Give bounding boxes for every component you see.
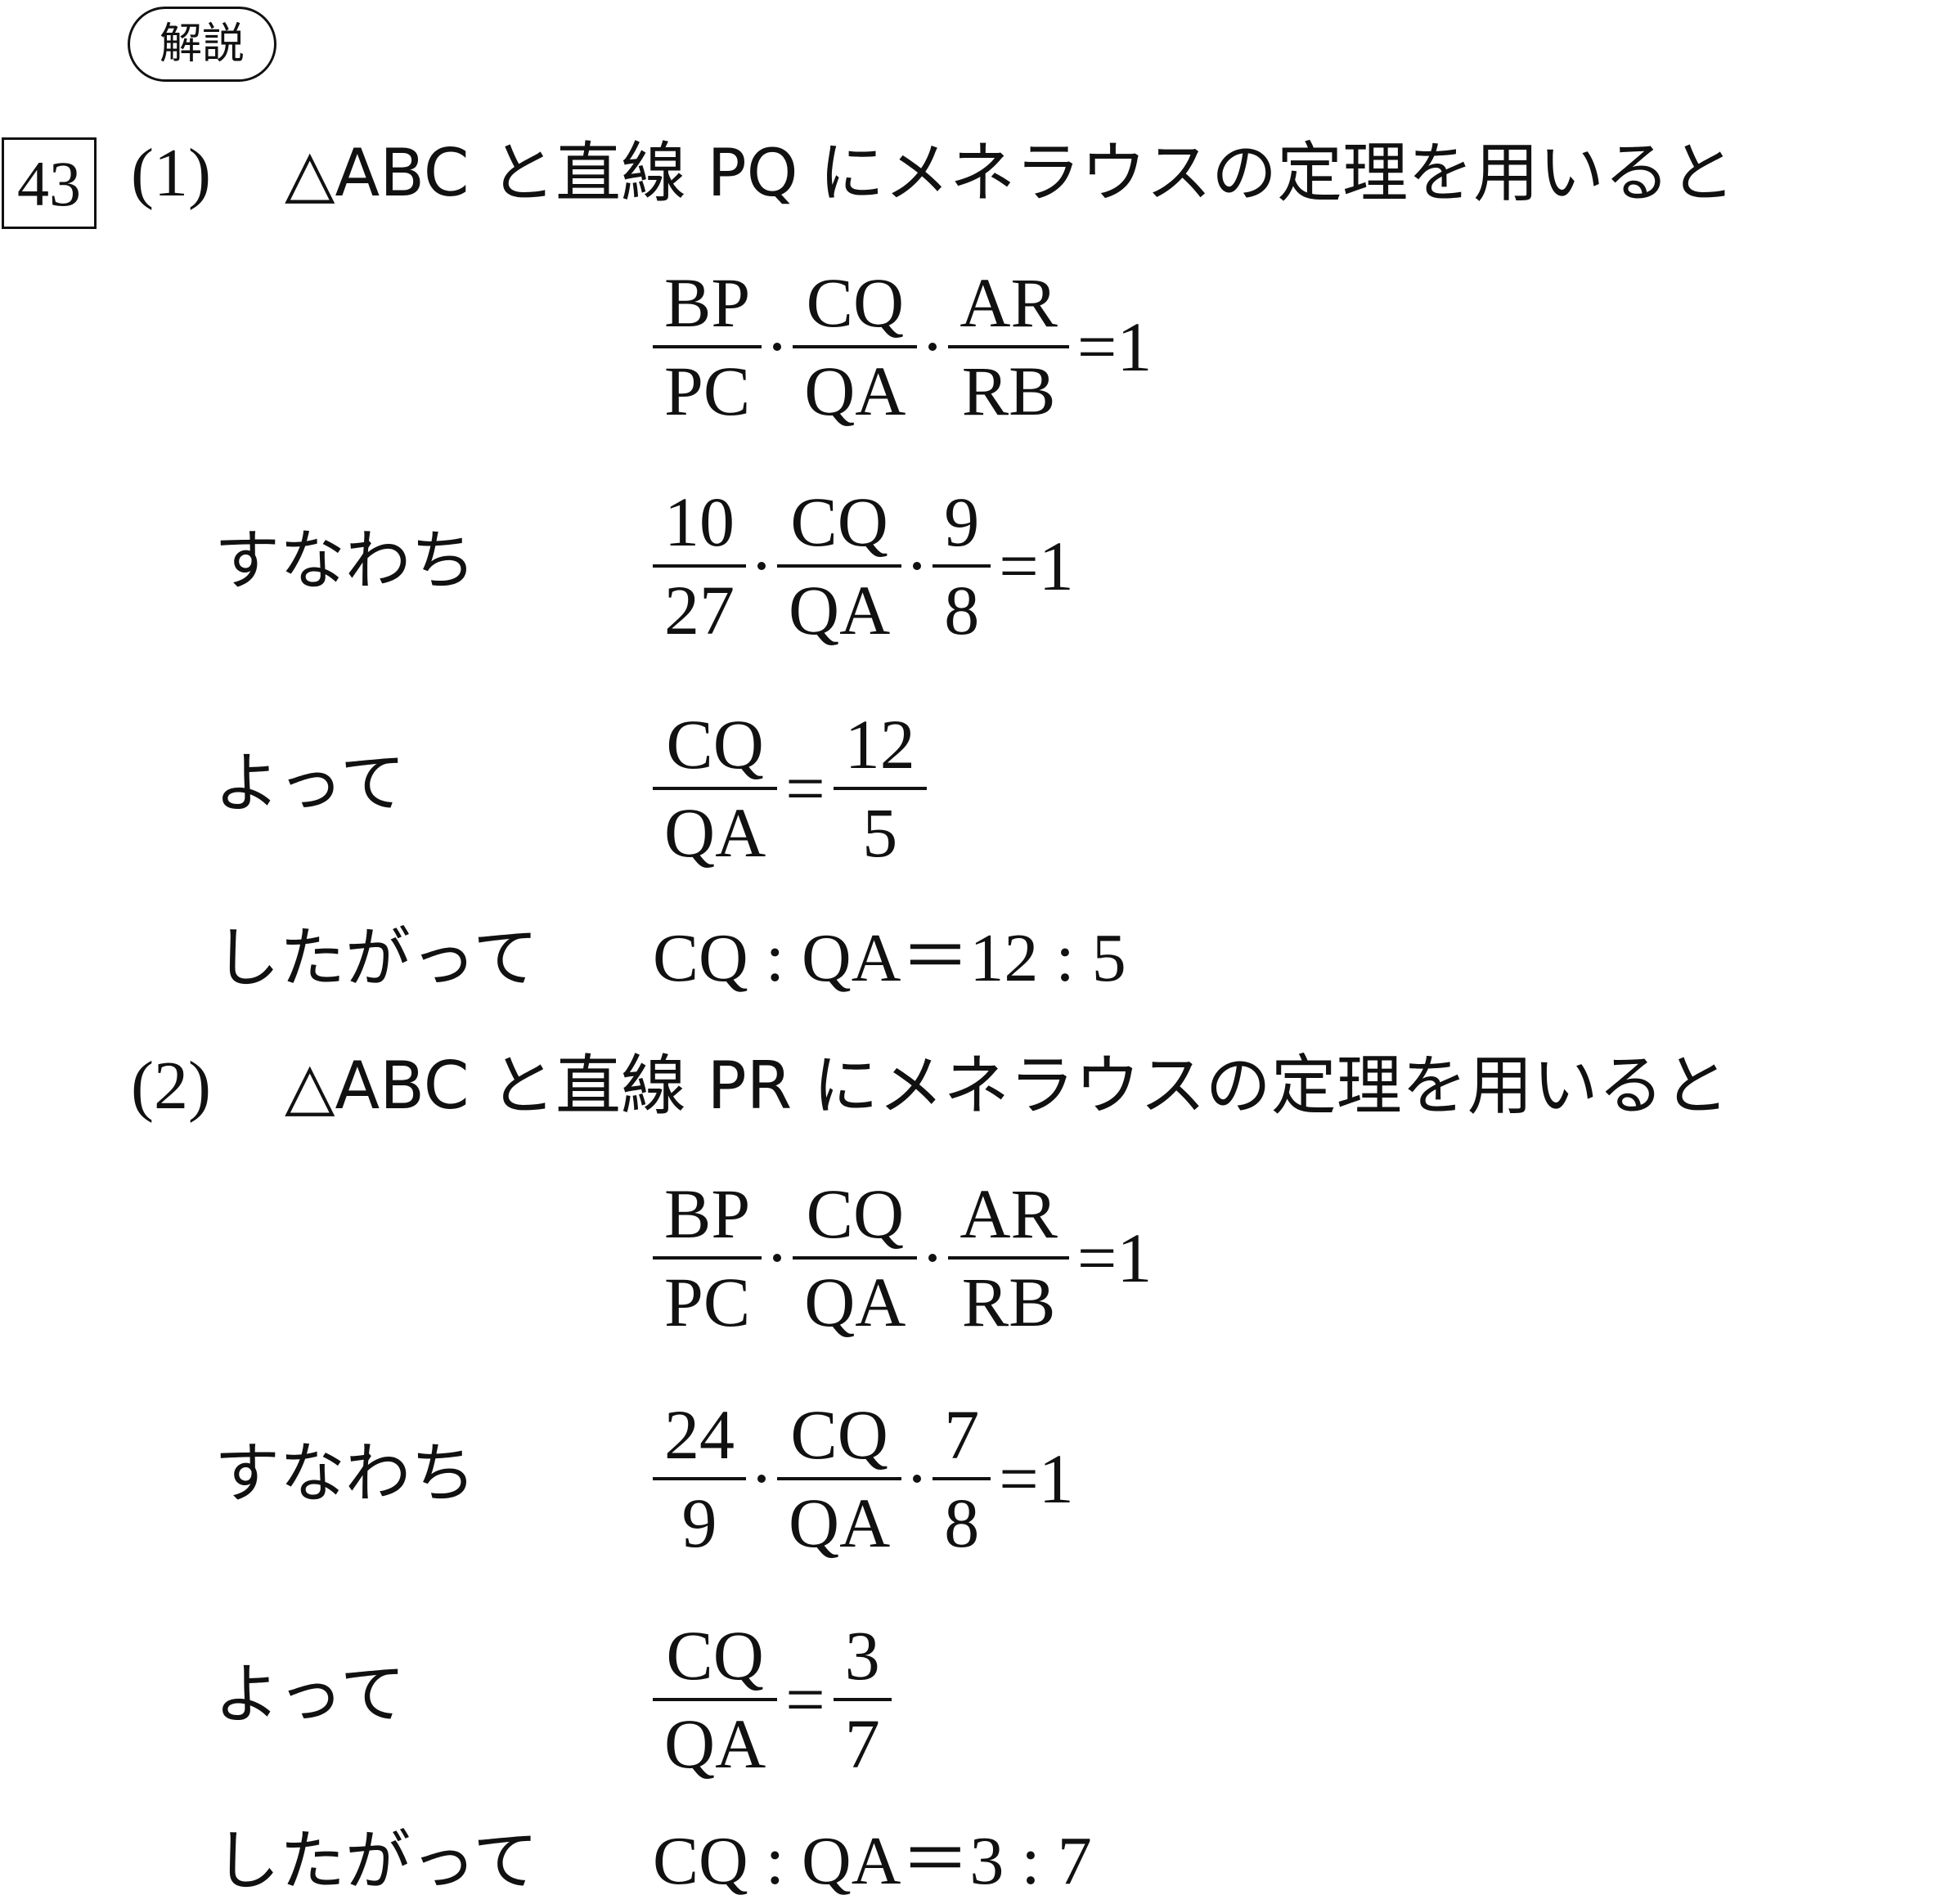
part-1-substituted-equation: 10 27 CQ QA 9 8 =1 (653, 479, 1074, 653)
numerator: 3 (844, 1616, 880, 1695)
part-2-conclusion-ratio: CQ : QA＝3 : 7 (653, 1823, 1092, 1899)
denominator: QA (804, 352, 906, 430)
equals-sign: = (785, 749, 825, 828)
multiply-dot (757, 1475, 766, 1483)
denominator: QA (664, 1704, 766, 1783)
part-1-menelaus-equation: BP PC CQ QA AR RB =1 (653, 260, 1152, 433)
fraction: CQ QA (777, 479, 902, 653)
denominator: PC (664, 352, 751, 430)
multiply-dot (757, 562, 766, 570)
numerator: CQ (790, 483, 888, 561)
fraction: CQ QA (653, 1613, 778, 1786)
equals-sign: = (785, 1660, 825, 1739)
fraction: CQ QA (653, 702, 778, 875)
part-1-ratio-equation: CQ QA = 12 5 (653, 702, 927, 875)
part-2-step1-label: すなわち (214, 1435, 476, 1511)
multiply-dot (773, 1254, 782, 1262)
numerator: BP (664, 263, 751, 342)
denominator: 5 (862, 793, 898, 872)
fraction: AR RB (948, 1171, 1069, 1345)
multiply-dot (928, 343, 937, 351)
fraction: 7 8 (933, 1392, 991, 1565)
equation-rhs: =1 (999, 1439, 1074, 1518)
denominator: 9 (681, 1484, 717, 1562)
fraction: CQ QA (777, 1392, 902, 1565)
part-1-conclusion-ratio: CQ : QA＝12 : 5 (653, 920, 1126, 996)
part-1-label: (1) (131, 135, 211, 211)
numerator: 24 (664, 1395, 735, 1474)
fraction: BP PC (653, 260, 762, 433)
problem-number-box: 43 (2, 137, 97, 229)
fraction: CQ QA (793, 1171, 918, 1345)
part-1-step2-label: よって (214, 745, 406, 821)
multiply-dot (913, 562, 922, 570)
multiply-dot (773, 343, 782, 351)
fraction: CQ QA (793, 260, 918, 433)
part-2-menelaus-equation: BP PC CQ QA AR RB =1 (653, 1171, 1152, 1345)
numerator: 9 (944, 483, 980, 561)
part-2-conclusion-label: したがって (214, 1823, 538, 1899)
denominator: 8 (944, 571, 980, 649)
numerator: 12 (844, 705, 915, 784)
fraction: 24 9 (653, 1392, 746, 1565)
part-2-label: (2) (131, 1048, 211, 1124)
denominator: QA (789, 571, 891, 649)
fraction: 10 27 (653, 479, 746, 653)
denominator: RB (961, 1263, 1056, 1341)
part-1-step1-label: すなわち (214, 523, 476, 599)
equation-rhs: =1 (999, 527, 1074, 605)
fraction: BP PC (653, 1171, 762, 1345)
equation-rhs: =1 (1076, 1219, 1153, 1297)
numerator: AR (960, 1174, 1058, 1253)
denominator: RB (961, 352, 1056, 430)
denominator: 8 (944, 1484, 980, 1562)
numerator: CQ (806, 1174, 905, 1253)
numerator: CQ (790, 1395, 888, 1474)
part-2-intro: △ABC と直線 PR にメネラウスの定理を用いると (285, 1048, 1729, 1124)
numerator: CQ (806, 263, 905, 342)
numerator: BP (664, 1174, 751, 1253)
part-1-intro: △ABC と直線 PQ にメネラウスの定理を用いると (285, 135, 1736, 211)
part-2-step2-label: よって (214, 1656, 406, 1732)
denominator: QA (664, 793, 766, 872)
fraction: 12 5 (833, 702, 927, 875)
numerator: CQ (666, 705, 764, 784)
denominator: PC (664, 1263, 751, 1341)
denominator: 27 (664, 571, 735, 649)
multiply-dot (913, 1475, 922, 1483)
denominator: 7 (844, 1704, 880, 1783)
part-2-ratio-equation: CQ QA = 3 7 (653, 1613, 892, 1786)
fraction: 3 7 (833, 1613, 892, 1786)
numerator: AR (960, 263, 1058, 342)
numerator: CQ (666, 1616, 764, 1695)
multiply-dot (928, 1254, 937, 1262)
equation-rhs: =1 (1076, 308, 1153, 386)
denominator: QA (804, 1263, 906, 1341)
part-2-substituted-equation: 24 9 CQ QA 7 8 =1 (653, 1392, 1074, 1565)
explanation-badge: 解説 (128, 7, 276, 82)
numerator: 10 (664, 483, 735, 561)
part-1-conclusion-label: したがって (214, 920, 538, 996)
fraction: 9 8 (933, 479, 991, 653)
denominator: QA (789, 1484, 891, 1562)
numerator: 7 (944, 1395, 980, 1474)
fraction: AR RB (948, 260, 1069, 433)
